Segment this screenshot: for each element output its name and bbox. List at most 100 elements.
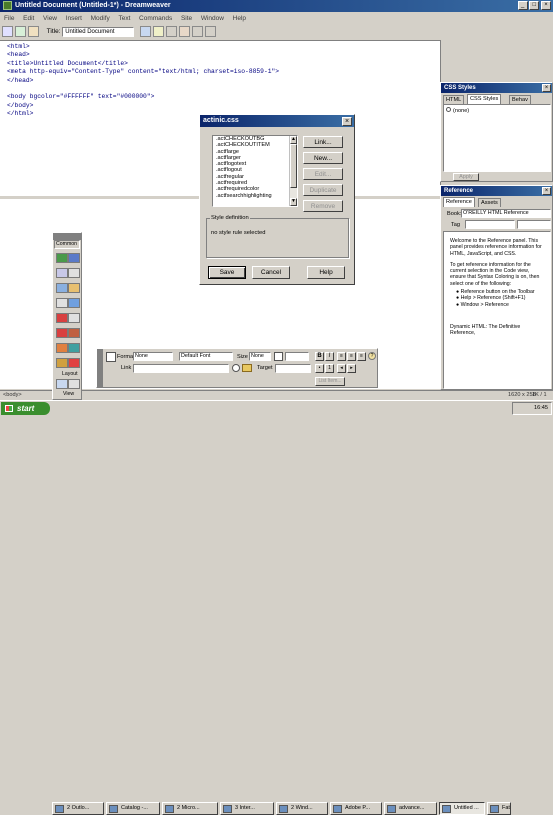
- reference-icon[interactable]: [178, 26, 190, 37]
- menu-modify[interactable]: Modify: [91, 15, 110, 22]
- layer-icon[interactable]: [56, 283, 68, 293]
- table-icon[interactable]: [56, 268, 68, 278]
- generator-icon[interactable]: [56, 343, 68, 353]
- color-swatch-icon[interactable]: [274, 352, 283, 361]
- code-line[interactable]: [7, 85, 440, 93]
- menu-insert[interactable]: Insert: [66, 15, 82, 22]
- maximize-button[interactable]: □: [529, 1, 540, 10]
- taskbar-task[interactable]: advance...: [384, 802, 437, 815]
- navigation-bar-icon[interactable]: [68, 283, 80, 293]
- tab-behaviors[interactable]: Behav: [509, 95, 531, 104]
- menu-window[interactable]: Window: [201, 15, 224, 22]
- rollover-image-icon[interactable]: [68, 253, 80, 263]
- refresh-icon[interactable]: [165, 26, 177, 37]
- tag-attribute-select[interactable]: [517, 220, 551, 229]
- style-list-item[interactable]: .actfsearchhighlighting: [213, 193, 297, 199]
- code-line[interactable]: </body>: [7, 102, 440, 110]
- minimize-button[interactable]: _: [517, 1, 528, 10]
- taskbar-task[interactable]: 2 Wind...: [276, 802, 328, 815]
- code-line[interactable]: <html>: [7, 43, 440, 51]
- shockwave-icon[interactable]: [68, 328, 80, 338]
- standard-view-icon[interactable]: [56, 379, 68, 389]
- css-apply-button[interactable]: Apply: [453, 173, 479, 181]
- cancel-button[interactable]: Cancel: [252, 266, 290, 279]
- taskbar-task[interactable]: 2 Micro...: [162, 802, 218, 815]
- file-management-icon[interactable]: [139, 26, 151, 37]
- style-list[interactable]: .actCHECKOUTBG .actCHECKOUTITEM .actflarge…: [212, 135, 298, 207]
- taskbar-task[interactable]: Adobe P...: [330, 802, 382, 815]
- close-button[interactable]: ×: [541, 1, 551, 10]
- indent-button[interactable]: ▸: [347, 364, 356, 373]
- menu-help[interactable]: Help: [233, 15, 246, 22]
- align-right-button[interactable]: ≡: [357, 352, 366, 361]
- taskbar-task[interactable]: 2 Outlo...: [52, 802, 104, 815]
- unordered-list-button[interactable]: •: [315, 364, 324, 373]
- split-view-icon[interactable]: [15, 26, 26, 37]
- layout-view-icon[interactable]: [68, 379, 80, 389]
- horizontal-rule-icon[interactable]: [56, 298, 68, 308]
- target-select[interactable]: [275, 364, 311, 373]
- code-line[interactable]: <title>Untitled Document</title>: [7, 60, 440, 68]
- css-panel-close-button[interactable]: ×: [542, 84, 551, 92]
- bold-button[interactable]: B: [315, 352, 324, 361]
- comment-icon[interactable]: [68, 358, 80, 368]
- duplicate-style-button[interactable]: Duplicate: [303, 184, 343, 196]
- view-options-icon[interactable]: [204, 26, 216, 37]
- css-dialog-close-button[interactable]: ×: [342, 117, 352, 126]
- point-to-file-icon[interactable]: [232, 364, 240, 372]
- link-input[interactable]: [133, 364, 229, 373]
- outdent-button[interactable]: ◂: [337, 364, 346, 373]
- menu-view[interactable]: View: [43, 15, 57, 22]
- edit-style-button[interactable]: Edit...: [303, 168, 343, 180]
- menu-file[interactable]: File: [4, 15, 14, 22]
- date-icon[interactable]: [56, 313, 68, 323]
- taskbar-task[interactable]: 3 Inter...: [220, 802, 274, 815]
- list-item-button[interactable]: List Item...: [315, 377, 345, 386]
- link-style-button[interactable]: Link...: [303, 136, 343, 148]
- scroll-down-arrow-icon[interactable]: ▼: [290, 198, 297, 206]
- ordered-list-button[interactable]: 1: [325, 364, 334, 373]
- tab-css-styles[interactable]: CSS Styles: [467, 94, 502, 104]
- scroll-up-arrow-icon[interactable]: ▲: [290, 136, 297, 144]
- reference-content[interactable]: Welcome to the Reference panel. This pan…: [443, 231, 551, 389]
- italic-button[interactable]: I: [325, 352, 334, 361]
- size-select[interactable]: None: [249, 352, 271, 361]
- start-button[interactable]: start: [1, 402, 50, 415]
- menu-site[interactable]: Site: [181, 15, 192, 22]
- reference-close-button[interactable]: ×: [542, 187, 551, 195]
- code-line[interactable]: <body bgcolor="#FFFFFF" text="#000000">: [7, 93, 440, 101]
- code-line[interactable]: <meta http-equiv="Content-Type" content=…: [7, 68, 440, 76]
- new-style-button[interactable]: New...: [303, 152, 343, 164]
- menu-edit[interactable]: Edit: [23, 15, 34, 22]
- objects-category-select[interactable]: Common: [54, 240, 80, 249]
- code-view-icon[interactable]: [2, 26, 13, 37]
- tabular-data-icon[interactable]: [68, 268, 80, 278]
- book-select[interactable]: O'REILLY HTML Reference: [461, 209, 551, 218]
- taskbar-task[interactable]: Untitled ...: [439, 802, 485, 815]
- fireworks-icon[interactable]: [68, 343, 80, 353]
- font-select[interactable]: Default Font: [179, 352, 233, 361]
- remove-style-button[interactable]: Remove: [303, 200, 343, 212]
- help-button[interactable]: Help: [307, 266, 345, 279]
- design-view-icon[interactable]: [28, 26, 39, 37]
- code-navigation-icon[interactable]: [191, 26, 203, 37]
- code-content[interactable]: <html> <head> <title>Untitled Document</ti…: [0, 41, 440, 119]
- tabular-icon[interactable]: [68, 313, 80, 323]
- code-line[interactable]: <head>: [7, 51, 440, 59]
- menu-text[interactable]: Text: [118, 15, 130, 22]
- save-button[interactable]: Save: [208, 266, 246, 279]
- align-left-button[interactable]: ≡: [337, 352, 346, 361]
- browse-folder-icon[interactable]: [242, 364, 252, 372]
- tab-assets[interactable]: Assets: [478, 198, 501, 207]
- help-icon[interactable]: ?: [368, 352, 376, 360]
- menu-commands[interactable]: Commands: [139, 15, 172, 22]
- align-center-button[interactable]: ≡: [347, 352, 356, 361]
- style-list-scrollbar[interactable]: ▲ ▼: [289, 136, 297, 206]
- code-line[interactable]: </head>: [7, 77, 440, 85]
- color-input[interactable]: [285, 352, 309, 361]
- title-input[interactable]: Untitled Document: [62, 26, 135, 37]
- email-link-icon[interactable]: [68, 298, 80, 308]
- taskbar-task[interactable]: Fatman...: [487, 802, 511, 815]
- format-select[interactable]: None: [133, 352, 173, 361]
- tab-reference[interactable]: Reference: [443, 197, 475, 207]
